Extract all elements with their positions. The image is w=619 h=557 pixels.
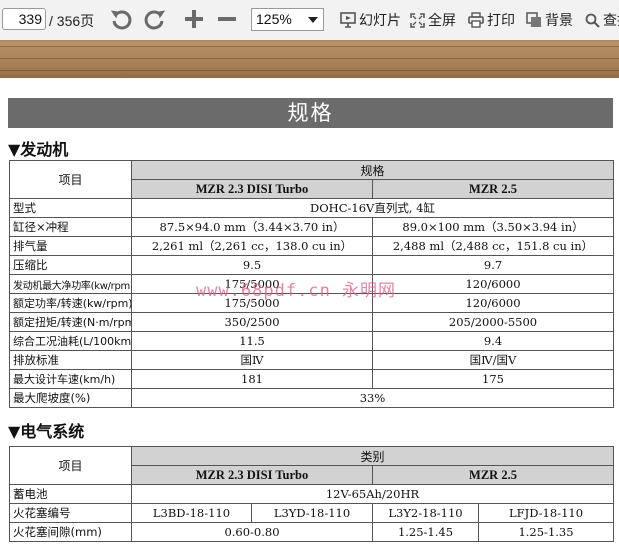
background-icon bbox=[526, 12, 541, 27]
table-row: 排放标准 国Ⅳ 国Ⅳ/国Ⅴ bbox=[9, 350, 615, 370]
print-button[interactable]: 打印 bbox=[468, 10, 515, 30]
print-label: 打印 bbox=[487, 13, 515, 29]
engine-spec-table: 项目 规格 MZR 2.3 DISI Turbo MZR 2.5 型式 DOHC… bbox=[9, 160, 615, 408]
fullscreen-button[interactable]: 全屏 bbox=[410, 10, 456, 30]
col-spec-header: 规格 bbox=[130, 160, 615, 180]
search-icon bbox=[585, 13, 600, 28]
page-number-input[interactable]: 339 bbox=[2, 8, 46, 30]
page-total: / 356页 bbox=[49, 13, 95, 29]
col-item-header: 项目 bbox=[9, 160, 132, 199]
variant-b-header: MZR 2.5 bbox=[371, 465, 615, 485]
table-row: 火花塞间隙(mm) 0.60-0.80 1.25-1.45 1.25-1.35 bbox=[9, 522, 615, 542]
table-row: 额定扭矩/转速(N·m/rpm) 350/2500 205/2000-5500 bbox=[9, 312, 615, 332]
table-row: 蓄电池 12V-65Ah/20HR bbox=[9, 484, 615, 504]
fullscreen-icon bbox=[410, 12, 425, 28]
page-header-strip bbox=[0, 40, 619, 78]
variant-b-header: MZR 2.5 bbox=[371, 179, 615, 199]
table-row: 综合工况油耗(L/100km) 11.5 9.4 bbox=[9, 331, 615, 351]
printer-icon bbox=[468, 12, 484, 28]
chevron-down-icon bbox=[308, 17, 318, 23]
search-label: 查找 bbox=[603, 13, 619, 29]
fullscreen-label: 全屏 bbox=[428, 13, 456, 29]
background-button[interactable]: 背景 bbox=[526, 10, 573, 30]
table-row: 排气量 2,261 ml（2,261 cc，138.0 cu in） 2,488… bbox=[9, 236, 615, 256]
pdf-toolbar: 339 / 356页 125% 幻灯片 全屏 打印 背景 查找 bbox=[0, 0, 619, 41]
variant-a-header: MZR 2.3 DISI Turbo bbox=[131, 179, 373, 199]
search-button[interactable]: 查找 bbox=[585, 10, 619, 30]
col-type-header: 类别 bbox=[130, 446, 615, 466]
zoom-select[interactable]: 125% bbox=[251, 8, 324, 31]
table-row: 额定功率/转速(kw/rpm) 175/5000 120/6000 bbox=[9, 293, 615, 313]
rotate-left-icon[interactable] bbox=[108, 6, 134, 32]
zoom-in-icon[interactable] bbox=[181, 6, 207, 32]
zoom-value: 125% bbox=[256, 11, 292, 27]
electrical-spec-table: 项目 类别 MZR 2.3 DISI Turbo MZR 2.5 蓄电池 12V… bbox=[9, 446, 615, 542]
engine-section-title: ▼发动机 bbox=[8, 140, 69, 159]
table-row: 最大设计车速(km/h) 181 175 bbox=[9, 369, 615, 389]
electrical-section-title: ▼电气系统 bbox=[8, 422, 85, 441]
background-label: 背景 bbox=[545, 13, 573, 29]
zoom-out-icon[interactable] bbox=[214, 6, 240, 32]
page-title: 规格 bbox=[8, 98, 613, 128]
slideshow-button[interactable]: 幻灯片 bbox=[340, 10, 401, 30]
col-item-header: 项目 bbox=[9, 446, 132, 485]
table-row: 最大爬坡度(%) 33% bbox=[9, 388, 615, 408]
slideshow-icon bbox=[340, 12, 356, 28]
variant-a-header: MZR 2.3 DISI Turbo bbox=[131, 465, 373, 485]
table-row: 压缩比 9.5 9.7 bbox=[9, 255, 615, 275]
table-row: 缸径×冲程 87.5×94.0 mm（3.44×3.70 in） 89.0×10… bbox=[9, 217, 615, 237]
rotate-right-icon[interactable] bbox=[142, 6, 168, 32]
table-row: 发动机最大净功率(kw/rpm) 175/5000 120/6000 bbox=[9, 274, 615, 294]
document-page: 规格 ▼发动机 项目 规格 MZR 2.3 DISI Turbo MZR 2.5… bbox=[0, 78, 619, 557]
table-row: 火花塞编号 L3BD-18-110 L3YD-18-110 L3Y2-18-11… bbox=[9, 503, 615, 523]
table-row: 型式 DOHC-16V直列式, 4缸 bbox=[9, 198, 615, 218]
slideshow-label: 幻灯片 bbox=[359, 13, 401, 29]
